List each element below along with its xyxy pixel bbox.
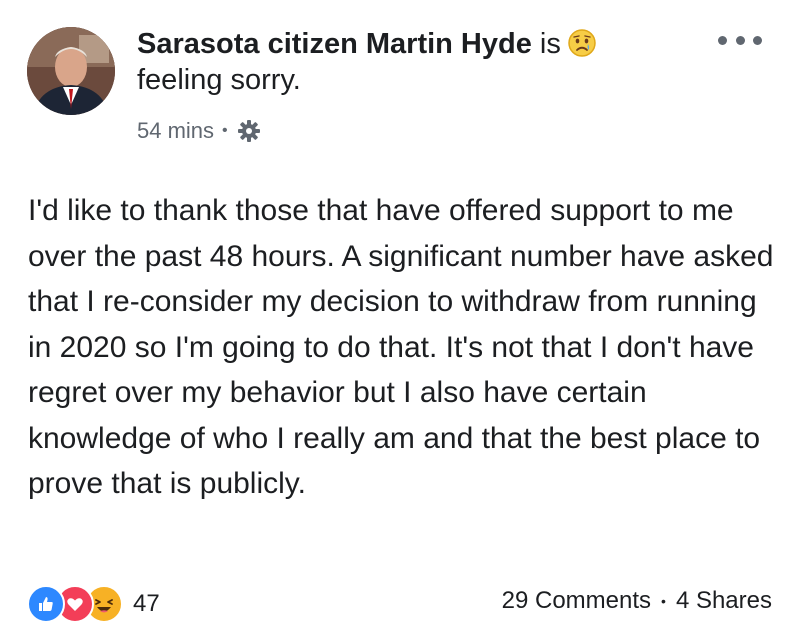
- headline: Sarasota citizen Martin Hyde is: [137, 26, 697, 62]
- like-reaction-icon: [27, 585, 65, 623]
- more-options-icon[interactable]: [718, 30, 762, 50]
- author-name[interactable]: Sarasota citizen Martin Hyde: [137, 28, 532, 60]
- shares-count[interactable]: 4 Shares: [676, 587, 772, 615]
- post-body: I'd like to thank those that have offere…: [28, 194, 774, 500]
- engagement-stats: 29 Comments • 4 Shares: [502, 587, 772, 615]
- gear-icon[interactable]: [236, 118, 262, 144]
- comments-count[interactable]: 29 Comments: [502, 587, 651, 615]
- sad-face-icon: [567, 28, 597, 58]
- meta-separator: •: [222, 122, 228, 139]
- reaction-count: 47: [133, 590, 160, 617]
- verb-text: is: [539, 28, 561, 60]
- feeling-text: feeling sorry.: [137, 64, 301, 96]
- stats-separator: •: [661, 593, 666, 609]
- post-meta: 54 mins •: [137, 118, 262, 144]
- avatar[interactable]: [27, 27, 115, 115]
- reactions-summary[interactable]: 47: [27, 585, 160, 623]
- post-header: Sarasota citizen Martin Hyde is feeling …: [137, 26, 697, 98]
- timestamp[interactable]: 54 mins: [137, 118, 214, 144]
- facebook-post: Sarasota citizen Martin Hyde is feeling …: [0, 0, 800, 634]
